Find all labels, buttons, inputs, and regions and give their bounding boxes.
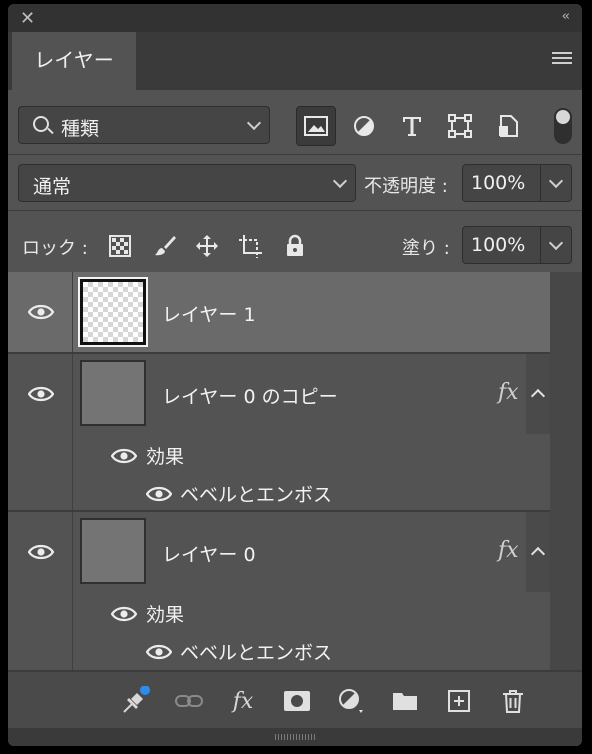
bevel-eye-icon[interactable] [146,644,172,660]
layer-row-layer-0[interactable]: レイヤー 0 fx 効果 ベベルとエンボス [8,512,550,670]
collapse-effects-icon[interactable] [526,354,550,434]
add-layer-style-icon[interactable]: fx [228,686,258,716]
layers-list: レイヤー 1 レイヤー 0 のコピー fx 効果 ベベルとエンボス レイヤー 0 [8,272,582,670]
layer-thumbnail [80,518,146,584]
fill-value: 100% [471,234,526,256]
filter-kind-label: 種類 [61,118,100,140]
tab-layers[interactable]: レイヤー [12,32,136,90]
effects-label: 効果 [146,446,185,468]
fx-icon[interactable]: fx [498,538,519,563]
effects-eye-icon[interactable] [111,448,137,464]
close-icon[interactable]: ✕ [20,8,35,29]
panel-menu-icon[interactable] [552,52,572,67]
collapse-panel-icon[interactable]: ‹‹ [562,9,571,24]
visibility-column [8,512,73,670]
lock-bar: ロック : 塗り : 100% [8,210,582,273]
image-filter-icon[interactable] [296,106,336,146]
adjustment-filter-icon[interactable] [344,106,384,146]
opacity-field[interactable]: 100% [462,164,572,202]
chevron-down-icon [246,115,262,131]
opacity-dropdown-button[interactable] [540,165,571,201]
pin-icon[interactable] [120,686,150,716]
lock-all-icon[interactable] [282,233,308,259]
bevel-eye-icon[interactable] [146,486,172,502]
layer-row-layer-0-copy[interactable]: レイヤー 0 のコピー fx 効果 ベベルとエンボス [8,354,550,510]
filter-bar: 種類 [8,90,582,155]
layer-name[interactable]: レイヤー 1 [162,300,256,327]
fill-label: 塗り : [402,238,450,259]
filter-toggle[interactable] [554,108,572,144]
scrollbar-track[interactable] [550,272,582,670]
effect-name[interactable]: ベベルとエンボス [180,638,332,665]
search-icon [33,116,49,132]
opacity-value: 100% [471,172,526,194]
lock-artboard-icon[interactable] [238,233,264,259]
fill-field[interactable]: 100% [462,226,572,264]
fx-icon[interactable]: fx [498,380,519,405]
fill-dropdown-button[interactable] [540,227,571,263]
effect-name[interactable]: ベベルとエンボス [180,480,332,507]
blend-mode-dropdown[interactable]: 通常 [18,164,356,202]
smart-object-filter-icon[interactable] [488,106,528,146]
filter-kind-dropdown[interactable]: 種類 [18,106,270,144]
eye-icon[interactable] [28,386,54,402]
blend-mode-value: 通常 [33,176,72,198]
panel-titlebar: ✕ ‹‹ [8,4,582,32]
opacity-label: 不透明度 : [364,176,448,197]
lock-transparent-pixels-icon[interactable] [107,233,133,259]
resize-grip[interactable] [8,728,582,746]
blend-bar: 通常 不透明度 : 100% [8,154,582,211]
layer-thumbnail [80,360,146,426]
new-layer-icon[interactable] [444,686,474,716]
chevron-down-icon [332,173,348,189]
type-filter-icon[interactable] [392,106,432,146]
layer-name[interactable]: レイヤー 0 [162,540,256,567]
effects-eye-icon[interactable] [111,606,137,622]
layer-thumbnail [78,277,148,347]
layers-panel: ✕ ‹‹ レイヤー 種類 通常 不透明度: 100% ロック: 塗り: 1… [8,4,582,746]
effects-label: 効果 [146,604,185,626]
new-adjustment-layer-icon[interactable] [336,686,366,716]
link-layers-icon[interactable] [174,686,204,716]
layer-name[interactable]: レイヤー 0 のコピー [162,382,338,409]
delete-layer-icon[interactable] [498,686,528,716]
add-mask-icon[interactable] [282,686,312,716]
visibility-column [8,354,73,510]
lock-label: ロック : [22,238,88,259]
lock-position-icon[interactable] [194,233,220,259]
lock-image-pixels-icon[interactable] [152,233,178,259]
new-group-icon[interactable] [390,686,420,716]
collapse-effects-icon[interactable] [526,512,550,592]
layers-toolbar: fx [8,670,582,730]
layer-row-layer-1[interactable]: レイヤー 1 [8,272,550,352]
eye-icon[interactable] [28,544,54,560]
eye-icon[interactable] [28,304,54,320]
tab-bar: レイヤー [8,32,582,90]
shape-filter-icon[interactable] [440,106,480,146]
visibility-column [8,272,73,352]
